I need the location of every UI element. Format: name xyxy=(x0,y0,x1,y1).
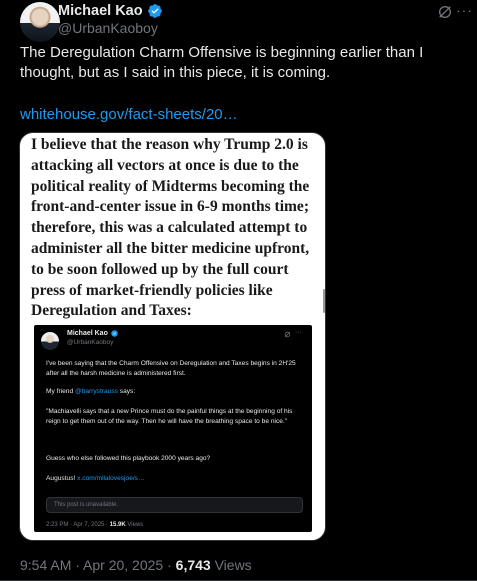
grok-icon[interactable] xyxy=(437,4,453,20)
views-count: 6,743 xyxy=(175,557,211,573)
embedded-grok-icon xyxy=(284,331,291,338)
author-handle[interactable]: @UrbanKaoboy xyxy=(58,20,158,36)
embedded-views-count: 15.9K xyxy=(109,522,126,528)
embedded-para-1: I've been saying that the Charm Offensiv… xyxy=(46,360,296,377)
avatar[interactable] xyxy=(20,2,60,42)
embedded-tweet-screenshot: Michael Kao @UrbanKaoboy ··· I've been s… xyxy=(34,325,312,532)
embedded-verified-icon xyxy=(111,330,118,337)
scrollbar xyxy=(323,289,325,313)
embedded-views-label: Views xyxy=(125,522,144,528)
embedded-para-2-suffix: says: xyxy=(117,388,136,395)
embedded-name-row: Michael Kao xyxy=(67,330,118,337)
tweet-meta: 9:54 AM · Apr 20, 2025 · 6,743 Views xyxy=(20,557,252,573)
embedded-unavailable-notice: This post is unavailable. xyxy=(46,497,303,513)
embedded-para-5: Augustus! x.com/milalovesjoe/s… xyxy=(46,474,306,484)
media-image[interactable]: I believe that the reason why Trump 2.0 … xyxy=(19,132,326,541)
embedded-para-2-prefix: My friend xyxy=(46,388,75,395)
embedded-para-2: My friend @barrystrauss says: xyxy=(46,387,306,397)
author-name-row[interactable]: Michael Kao xyxy=(58,3,163,19)
embedded-time: 2:23 PM · Apr 7, 2025 · xyxy=(46,522,110,528)
views-label: Views xyxy=(210,557,252,573)
embedded-more-icon: ··· xyxy=(295,329,302,336)
embedded-author-name: Michael Kao xyxy=(67,330,108,337)
quoted-paragraph: I believe that the reason why Trump 2.0 … xyxy=(31,136,310,320)
embedded-author-handle: @UrbanKaoboy xyxy=(67,339,114,346)
embedded-para-5-prefix: Augustus! xyxy=(46,475,78,482)
embedded-meta: 2:23 PM · Apr 7, 2025 · 15.9K Views xyxy=(46,522,143,528)
embedded-para-4: Guess who else followed this playbook 20… xyxy=(46,455,211,462)
embedded-para-3: "Machiavelli says that a new Prince must… xyxy=(46,408,293,425)
verified-badge-icon xyxy=(147,4,162,18)
embedded-avatar xyxy=(41,332,59,350)
embedded-mention: @barrystrauss xyxy=(74,388,118,395)
author-name[interactable]: Michael Kao xyxy=(58,3,143,19)
embedded-link: x.com/milalovesjoe/s… xyxy=(77,475,145,482)
more-icon[interactable]: ··· xyxy=(456,3,474,21)
tweet-link[interactable]: whitehouse.gov/fact-sheets/20… xyxy=(20,106,238,123)
tweet-timestamp[interactable]: 9:54 AM · Apr 20, 2025 · xyxy=(20,557,176,573)
tweet-text: The Deregulation Charm Offensive is begi… xyxy=(20,44,424,81)
